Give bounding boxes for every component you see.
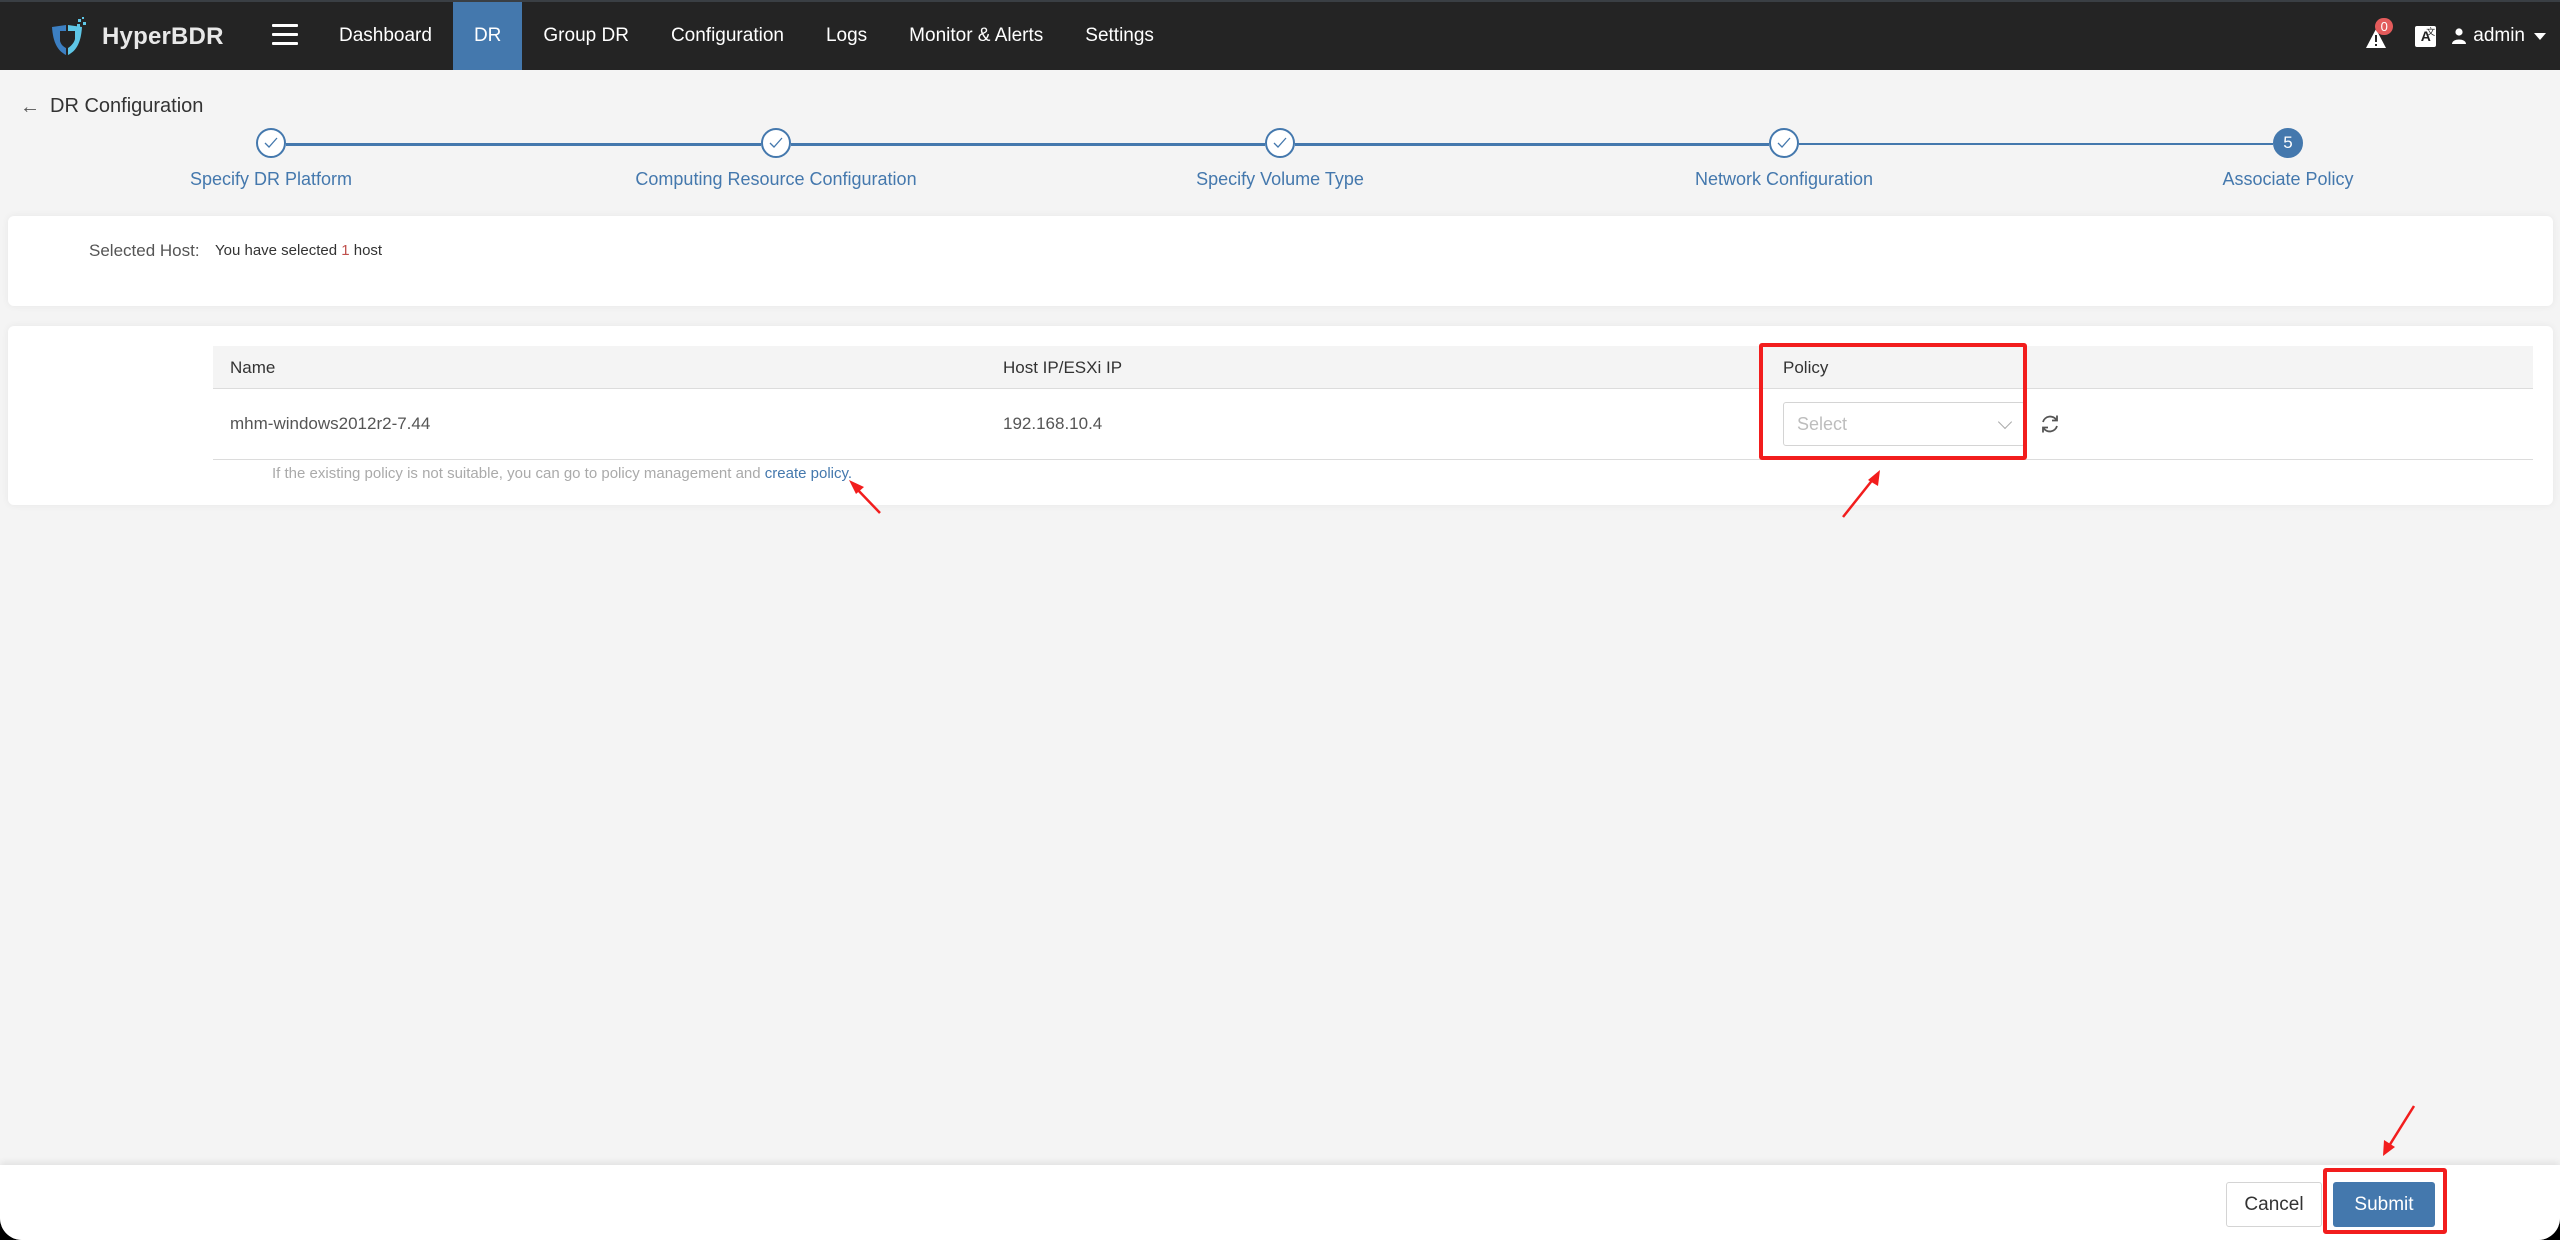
hyperbdr-shield-icon	[52, 17, 86, 55]
step-label: Network Configuration	[1694, 169, 1874, 189]
alerts-count-badge: 0	[2375, 18, 2394, 35]
policy-hint-text: If the existing policy is not suitable, …	[272, 465, 765, 482]
chevron-down-icon	[1997, 414, 2013, 430]
policy-table-card: Name Host IP/ESXi IP Policy mhm-windows2…	[8, 326, 2553, 505]
username: admin	[2473, 25, 2525, 46]
host-name-cell: mhm-windows2012r2-7.44	[230, 414, 431, 433]
nav-dr[interactable]: DR	[452, 2, 523, 70]
host-ip-cell: 192.168.10.4	[1003, 414, 1103, 433]
column-header-name: Name	[230, 358, 276, 377]
app-name: HyperBDR	[102, 23, 224, 50]
column-header-host-ip: Host IP/ESXi IP	[1003, 358, 1123, 377]
step-specify-dr-platform: Specify DR Platform	[21, 128, 521, 190]
step-associate-policy: 5 Associate Policy	[2038, 128, 2538, 190]
menu-toggle-icon[interactable]	[272, 24, 298, 46]
step-label: Computing Resource Configuration	[635, 169, 917, 189]
table-row: mhm-windows2012r2-7.44 192.168.10.4 Sele…	[213, 389, 2533, 460]
table-header: Name Host IP/ESXi IP Policy	[213, 346, 2533, 389]
selected-host-card: Selected Host: You have selected 1 host	[8, 216, 2553, 306]
back-button[interactable]: ← DR Configuration	[20, 95, 203, 118]
step-network-configuration: Network Configuration	[1534, 128, 2034, 190]
create-policy-link[interactable]: create policy.	[765, 465, 852, 482]
annotation-arrow-submit	[2383, 1105, 2416, 1156]
user-icon	[2452, 28, 2467, 44]
top-right-tools: 0 A文 admin	[2365, 2, 2560, 70]
nav-dashboard[interactable]: Dashboard	[318, 2, 453, 70]
user-menu[interactable]: admin	[2452, 25, 2546, 47]
main-nav: Dashboard DR Group DR Configuration Logs…	[318, 2, 1175, 70]
policy-select[interactable]: Select	[1783, 402, 2025, 446]
policy-select-placeholder: Select	[1797, 414, 1848, 434]
logo[interactable]: HyperBDR	[48, 16, 224, 58]
footer-actions: Cancel Submit	[0, 1165, 2560, 1240]
host-policy-table: Name Host IP/ESXi IP Policy mhm-windows2…	[213, 346, 2533, 460]
step-done-circle	[761, 128, 791, 158]
chevron-down-icon	[2534, 32, 2546, 40]
selected-host-count: 1	[341, 242, 350, 259]
nav-logs[interactable]: Logs	[805, 2, 888, 70]
nav-group-dr[interactable]: Group DR	[522, 2, 650, 70]
step-volume-type: Specify Volume Type	[1030, 128, 1530, 190]
step-label: Associate Policy	[2222, 169, 2354, 189]
step-label: Specify DR Platform	[189, 169, 353, 189]
step-current-number: 5	[2273, 128, 2303, 158]
alerts-button[interactable]: 0	[2365, 18, 2394, 48]
policy-hint: If the existing policy is not suitable, …	[272, 465, 852, 482]
nav-monitor-alerts[interactable]: Monitor & Alerts	[888, 2, 1064, 70]
selected-host-label: Selected Host:	[89, 241, 200, 260]
step-done-circle	[1769, 128, 1799, 158]
nav-settings[interactable]: Settings	[1064, 2, 1175, 70]
selected-host-suffix: host	[349, 242, 383, 259]
top-navbar: HyperBDR Dashboard DR Group DR Configura…	[0, 0, 2560, 70]
nav-configuration[interactable]: Configuration	[650, 2, 805, 70]
submit-button[interactable]: Submit	[2333, 1182, 2435, 1227]
cancel-button[interactable]: Cancel	[2226, 1182, 2322, 1227]
selected-host-summary: You have selected 1 host	[215, 242, 382, 259]
step-done-circle	[256, 128, 286, 158]
page: HyperBDR Dashboard DR Group DR Configura…	[0, 0, 2560, 1240]
wizard-steps: Specify DR Platform Computing Resource C…	[0, 128, 2560, 198]
check-icon	[264, 137, 278, 148]
check-icon	[769, 137, 783, 148]
language-switch-icon[interactable]: A文	[2415, 25, 2437, 47]
column-header-policy: Policy	[1783, 358, 1829, 377]
refresh-icon[interactable]	[2039, 413, 2061, 435]
step-done-circle	[1265, 128, 1295, 158]
check-icon	[1273, 137, 1287, 148]
page-title: DR Configuration	[50, 95, 204, 117]
step-label: Specify Volume Type	[1196, 169, 1364, 189]
step-computing-resource: Computing Resource Configuration	[526, 128, 1026, 190]
arrow-left-icon: ←	[20, 95, 40, 118]
selected-host-prefix: You have selected	[215, 242, 342, 259]
check-icon	[1777, 137, 1791, 148]
